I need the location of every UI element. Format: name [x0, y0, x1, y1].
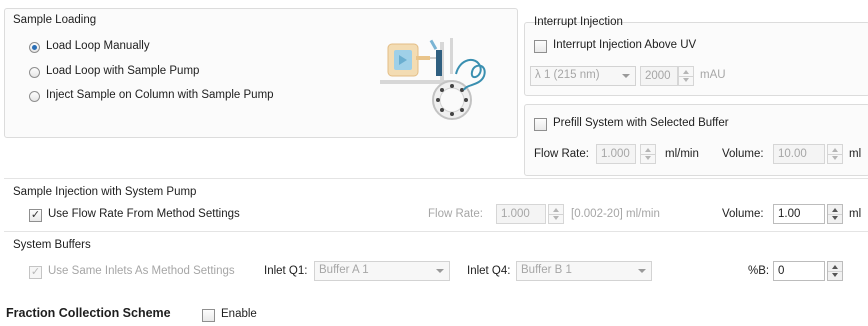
system-pump-flow-rate-stepper[interactable] — [548, 204, 564, 224]
inject-on-column-radio[interactable] — [29, 91, 40, 102]
use-method-flow-rate-label[interactable]: Use Flow Rate From Method Settings — [48, 208, 240, 220]
load-loop-manually-radio[interactable] — [29, 42, 40, 53]
loop-valve-diagram-icon — [380, 38, 486, 120]
system-buffers-divider — [4, 231, 868, 232]
prefill-label[interactable]: Prefill System with Selected Buffer — [553, 117, 729, 129]
use-method-flow-rate-checkbox[interactable]: ✓ — [29, 209, 42, 222]
system-pump-divider — [4, 178, 868, 179]
prefill-volume-input[interactable]: 10.00 — [773, 144, 825, 164]
system-pump-flow-rate-label: Flow Rate: — [428, 208, 483, 220]
prefill-checkbox[interactable] — [534, 118, 547, 131]
system-pump-flow-range: [0.002-20] ml/min — [571, 208, 660, 220]
prefill-volume-unit: ml — [849, 148, 862, 160]
system-pump-volume-unit: ml — [849, 208, 862, 220]
system-pump-volume-stepper[interactable] — [827, 204, 843, 224]
load-loop-manually-label[interactable]: Load Loop Manually — [46, 40, 150, 52]
fraction-enable-checkbox[interactable] — [202, 309, 215, 322]
prefill-group — [524, 104, 868, 176]
sample-loading-title: Sample Loading — [13, 14, 97, 26]
system-pump-volume-label: Volume: — [722, 208, 764, 220]
percent-b-input[interactable]: 0 — [773, 261, 825, 281]
inlet-q4-label: Inlet Q4: — [467, 265, 511, 277]
system-pump-title: Sample Injection with System Pump — [13, 186, 197, 198]
chevron-down-icon — [436, 269, 444, 273]
system-pump-volume-input[interactable]: 1.00 — [773, 204, 825, 224]
load-loop-sample-pump-radio[interactable] — [29, 67, 40, 78]
percent-b-stepper[interactable] — [827, 261, 843, 281]
chevron-down-icon — [622, 74, 630, 78]
prefill-volume-stepper[interactable] — [827, 144, 843, 164]
fraction-enable-label[interactable]: Enable — [221, 308, 257, 320]
prefill-volume-label: Volume: — [722, 148, 764, 160]
uv-threshold-unit: mAU — [700, 69, 726, 81]
inlet-q4-value: Buffer B 1 — [521, 264, 572, 276]
prefill-flow-rate-input[interactable]: 1.000 — [596, 144, 636, 164]
chevron-down-icon — [638, 269, 646, 273]
system-pump-flow-rate-input[interactable]: 1.000 — [496, 204, 546, 224]
inlet-q1-select[interactable]: Buffer A 1 — [314, 261, 450, 281]
uv-channel-value: λ 1 (215 nm) — [535, 69, 600, 81]
use-same-inlets-checkbox[interactable]: ✓ — [29, 266, 42, 279]
percent-b-label: %B: — [748, 265, 770, 277]
uv-threshold-stepper[interactable] — [678, 66, 694, 86]
prefill-flow-rate-label: Flow Rate: — [534, 148, 589, 160]
prefill-flow-rate-stepper[interactable] — [640, 144, 656, 164]
inlet-q4-select[interactable]: Buffer B 1 — [516, 261, 652, 281]
interrupt-above-uv-checkbox[interactable] — [534, 40, 547, 53]
interrupt-above-uv-label[interactable]: Interrupt Injection Above UV — [553, 39, 696, 51]
uv-threshold-input[interactable]: 2000 — [640, 66, 678, 86]
fraction-collection-title: Fraction Collection Scheme — [6, 306, 171, 320]
inlet-q1-label: Inlet Q1: — [264, 265, 308, 277]
interrupt-injection-title: Interrupt Injection — [534, 16, 623, 28]
load-loop-sample-pump-label[interactable]: Load Loop with Sample Pump — [46, 65, 199, 77]
system-buffers-title: System Buffers — [13, 239, 91, 251]
prefill-flow-unit: ml/min — [665, 148, 699, 160]
inlet-q1-value: Buffer A 1 — [319, 264, 369, 276]
uv-channel-select[interactable]: λ 1 (215 nm) — [530, 66, 636, 86]
inject-on-column-label[interactable]: Inject Sample on Column with Sample Pump — [46, 89, 274, 101]
use-same-inlets-label[interactable]: Use Same Inlets As Method Settings — [48, 265, 235, 277]
